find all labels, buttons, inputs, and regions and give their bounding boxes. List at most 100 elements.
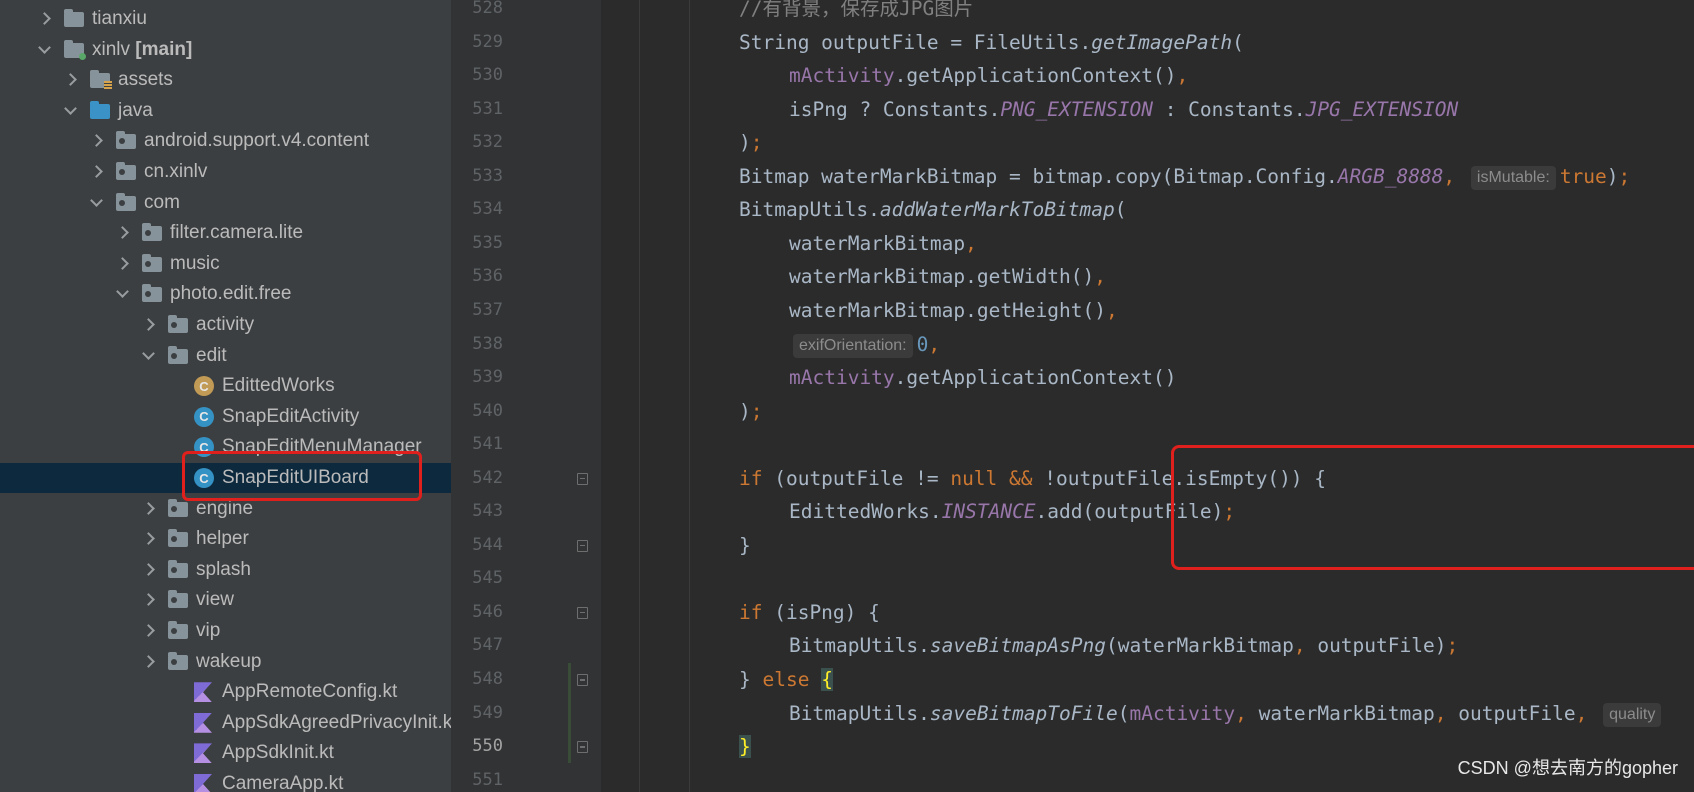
tree-item[interactable]: edit xyxy=(0,341,451,371)
code-token: ) xyxy=(1606,164,1619,188)
chevron-right-icon[interactable] xyxy=(142,624,155,637)
code-token: 0 xyxy=(916,332,929,356)
tree-item[interactable]: splash xyxy=(0,555,451,585)
package-icon xyxy=(142,253,162,272)
chevron-right-icon[interactable] xyxy=(90,134,103,148)
code-line[interactable]: //有背景，保存成JPG图片 xyxy=(739,0,973,25)
chevron-right-icon[interactable] xyxy=(116,226,129,240)
code-line[interactable]: EdittedWorks.INSTANCE.add(outputFile); xyxy=(789,495,1235,528)
code-line[interactable]: BitmapUtils.saveBitmapAsPng(waterMarkBit… xyxy=(789,629,1458,662)
code-line[interactable]: ); xyxy=(739,126,763,159)
code-token: ( xyxy=(1232,30,1244,54)
code-token: if xyxy=(739,600,763,624)
line-number: 546 xyxy=(472,601,503,622)
chevron-right-icon[interactable] xyxy=(38,12,51,25)
tree-item-label: com xyxy=(144,191,180,213)
chevron-right-icon[interactable] xyxy=(142,593,155,607)
package-icon xyxy=(168,345,188,364)
code-token: Bitmap waterMarkBitmap = bitmap.copy(Bit… xyxy=(739,164,1338,188)
tree-item[interactable]: view xyxy=(0,585,451,615)
code-token: saveBitmapToFile xyxy=(929,701,1118,725)
code-token: && xyxy=(997,466,1045,490)
code-token: (waterMarkBitmap xyxy=(1106,634,1294,658)
code-token: ; xyxy=(750,131,763,155)
code-token: outputFile xyxy=(1458,701,1576,725)
code-line[interactable]: Bitmap waterMarkBitmap = bitmap.copy(Bit… xyxy=(739,160,1630,193)
code-token: , xyxy=(1434,701,1459,725)
code-editor[interactable]: 528 529 530 531 532 533 534 535 536 537 538 539 540 5… xyxy=(451,0,1694,792)
code-line[interactable]: ); xyxy=(739,395,763,428)
chevron-right-icon[interactable] xyxy=(142,532,155,546)
tree-item[interactable]: CameraApp.kt xyxy=(0,769,451,792)
code-line[interactable]: waterMarkBitmap.getWidth(), xyxy=(789,260,1106,293)
fold-marker-icon[interactable] xyxy=(577,674,588,686)
line-number: 532 xyxy=(472,132,503,153)
code-token: , xyxy=(928,332,941,356)
chevron-down-icon[interactable] xyxy=(142,346,155,360)
tree-item[interactable]: music xyxy=(0,249,451,279)
fold-marker-icon[interactable] xyxy=(577,606,588,619)
tree-item[interactable]: helper xyxy=(0,524,451,554)
code-line[interactable]: BitmapUtils.addWaterMarkToBitmap( xyxy=(739,193,1126,226)
chevron-right-icon[interactable] xyxy=(116,256,129,270)
parameter-hint: exifOrientation: xyxy=(793,333,913,358)
tree-item-label: tianxiu xyxy=(92,8,147,29)
code-line[interactable]: if (isPng) { xyxy=(739,596,880,629)
chevron-right-icon[interactable] xyxy=(64,73,77,87)
code-token: true xyxy=(1559,164,1607,188)
code-line[interactable]: mActivity.getApplicationContext() xyxy=(789,361,1176,394)
tree-item-label: assets xyxy=(118,69,173,91)
chevron-right-icon[interactable] xyxy=(142,318,155,331)
chevron-down-icon[interactable] xyxy=(90,193,103,207)
tree-item[interactable]: photo.edit.free xyxy=(0,279,451,309)
tree-item[interactable]: filter.camera.lite xyxy=(0,218,451,248)
tree-item[interactable]: vip xyxy=(0,616,451,646)
resource-folder-icon xyxy=(90,70,112,90)
chevron-down-icon[interactable] xyxy=(38,40,51,54)
chevron-right-icon[interactable] xyxy=(142,562,155,576)
code-line[interactable]: waterMarkBitmap.getHeight(), xyxy=(789,294,1118,327)
code-line[interactable]: mActivity.getApplicationContext(), xyxy=(789,59,1188,92)
tree-item[interactable]: assets xyxy=(0,65,451,95)
code-line[interactable]: waterMarkBitmap, xyxy=(789,227,977,260)
tree-item[interactable]: com xyxy=(0,188,451,218)
tree-item[interactable]: cn.xinlv xyxy=(0,157,451,187)
code-line[interactable]: } else { xyxy=(739,663,833,696)
tree-item[interactable]: activity xyxy=(0,310,451,340)
tree-item-label: filter.camera.lite xyxy=(170,222,304,244)
chevron-right-icon[interactable] xyxy=(90,165,103,178)
chevron-right-icon[interactable] xyxy=(142,654,155,668)
code-line[interactable]: isPng ? Constants.PNG_EXTENSION : Consta… xyxy=(789,93,1458,126)
tree-item[interactable]: wakeup xyxy=(0,647,451,677)
code-line[interactable]: } xyxy=(739,730,751,763)
tree-item[interactable]: C SnapEditActivity xyxy=(0,402,451,432)
fold-marker-icon[interactable] xyxy=(577,741,588,754)
chevron-right-icon[interactable] xyxy=(142,501,155,515)
tree-item[interactable]: java xyxy=(0,96,451,126)
tree-item[interactable]: android.support.v4.content xyxy=(0,126,451,156)
tree-item[interactable]: xinlv [main] xyxy=(0,35,451,65)
code-line[interactable]: BitmapUtils.saveBitmapToFile(mActivity, … xyxy=(789,697,1665,730)
chevron-down-icon[interactable] xyxy=(116,285,129,299)
tree-item[interactable]: AppSdkInit.kt xyxy=(0,738,451,768)
tree-item-label: android.support.v4.content xyxy=(144,130,369,152)
tree-item[interactable]: AppRemoteConfig.kt xyxy=(0,677,451,707)
code-token: } xyxy=(739,668,763,691)
chevron-down-icon[interactable] xyxy=(64,101,77,115)
code-line[interactable]: exifOrientation: 0, xyxy=(789,328,940,361)
code-token: .getApplicationContext() xyxy=(894,64,1177,88)
fold-marker-icon[interactable] xyxy=(577,472,588,485)
tree-item[interactable]: AppSdkAgreedPrivacyInit.kt xyxy=(0,708,451,738)
fold-marker-icon[interactable] xyxy=(577,539,588,552)
code-token: String outputFile = FileUtils. xyxy=(739,30,1092,54)
tree-item-label: AppSdkAgreedPrivacyInit.kt xyxy=(222,711,451,733)
code-token: JPG_EXTENSION xyxy=(1305,97,1459,121)
line-number: 539 xyxy=(472,367,503,388)
module-branch-label: [main] xyxy=(130,38,193,60)
code-line[interactable]: String outputFile = FileUtils.getImagePa… xyxy=(739,26,1244,59)
code-line[interactable]: } xyxy=(739,529,751,562)
tree-item[interactable]: C EdittedWorks xyxy=(0,371,451,401)
code-token: waterMarkBitmap.getWidth() xyxy=(789,265,1095,289)
tree-item[interactable]: tianxiu xyxy=(0,4,451,34)
